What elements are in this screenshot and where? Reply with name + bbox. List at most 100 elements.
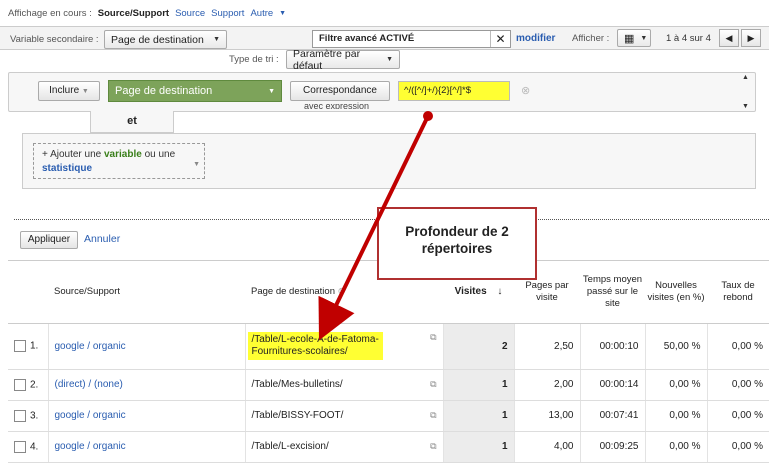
- row-time: 00:00:10: [579, 323, 645, 370]
- add-stat-link[interactable]: statistique: [42, 163, 92, 174]
- row-time: 00:09:25: [579, 431, 645, 463]
- chevron-down-icon: ▼: [640, 34, 648, 42]
- external-page-icon[interactable]: ⧉: [430, 332, 436, 343]
- external-page-icon[interactable]: ⧉: [430, 410, 436, 421]
- row-new: 0,00 %: [644, 400, 707, 432]
- external-page-icon[interactable]: ⧉: [430, 379, 436, 390]
- match-type-sublabel: avec expression: [304, 101, 370, 109]
- regex-input[interactable]: ^/([^/]+/){2}[^/]*$: [398, 81, 510, 101]
- chevron-down-icon: ▼: [193, 161, 200, 168]
- filter-status-text: Filtre avancé ACTIVÉ: [319, 33, 415, 44]
- row-page: ⧉ /Table/L-excision/: [244, 431, 443, 463]
- sort-type-dropdown[interactable]: Paramètre par défaut ▼: [286, 48, 400, 72]
- row-checkbox[interactable]: [14, 340, 26, 352]
- row-source: (direct) / (none): [47, 369, 245, 401]
- row-select: 3.: [8, 400, 48, 432]
- add-condition-button[interactable]: + Ajouter une variable ou une statistiqu…: [33, 143, 205, 179]
- header-checkbox: [8, 261, 48, 324]
- row-new: 50,00 %: [644, 323, 707, 370]
- annotation-line2: répertoires: [421, 241, 493, 256]
- chevron-down-icon: ▼: [81, 88, 89, 95]
- header-new[interactable]: Nouvelles visites (en %): [645, 261, 707, 324]
- and-tab: et: [90, 111, 174, 133]
- include-dropdown[interactable]: Inclure ▼: [38, 81, 100, 101]
- row-time: 00:00:14: [579, 369, 645, 401]
- include-label: Inclure: [49, 85, 80, 96]
- sort-arrow-icon: ↓: [497, 285, 503, 297]
- page-text: /Table/Mes-bulletins/: [251, 379, 343, 390]
- close-icon[interactable]: ✕: [490, 31, 510, 47]
- add-prefix: + Ajouter une: [42, 149, 102, 160]
- header-time[interactable]: Temps moyen passé sur le site: [580, 261, 645, 324]
- row-pages: 13,00: [513, 400, 580, 432]
- cancel-link[interactable]: Annuler: [84, 233, 120, 245]
- row-pages: 2,00: [513, 369, 580, 401]
- view-link-other[interactable]: Autre: [250, 8, 273, 19]
- annotation-callout: Profondeur de 2 répertoires: [377, 207, 537, 280]
- view-mode-dropdown[interactable]: ▦ ▼: [617, 29, 651, 47]
- filter-status-box[interactable]: Filtre avancé ACTIVÉ ✕: [312, 30, 511, 48]
- row-bounce: 0,00 %: [706, 323, 769, 370]
- header-bounce[interactable]: Taux de rebond: [707, 261, 769, 324]
- modify-filter-link[interactable]: modifier: [516, 33, 555, 44]
- next-page-button[interactable]: ▶: [741, 29, 761, 47]
- display-label: Afficher :: [572, 33, 610, 44]
- row-index: 1.: [30, 340, 39, 352]
- page-text-line2: Fournitures-scolaires/: [251, 346, 348, 357]
- chevron-down-icon: ▼: [213, 36, 220, 43]
- row-select: 1.: [8, 323, 48, 370]
- view-link-support[interactable]: Support: [211, 8, 244, 19]
- chevron-down-icon: ▼: [386, 56, 393, 63]
- table-row: 4. google / organic ⧉/Table/L-excision/ …: [8, 431, 769, 463]
- secondary-dimension-dropdown[interactable]: Page de destination ▼: [104, 30, 227, 49]
- row-source: google / organic: [47, 431, 245, 463]
- view-label: Affichage en cours :: [8, 8, 92, 19]
- scroll-down-icon[interactable]: ▼: [742, 103, 749, 110]
- secondary-dimension-value: Page de destination: [111, 33, 204, 46]
- row-new: 0,00 %: [644, 369, 707, 401]
- chevron-down-icon[interactable]: ▼: [279, 10, 286, 17]
- row-checkbox[interactable]: [14, 378, 26, 391]
- remove-icon[interactable]: ⊗: [338, 286, 346, 297]
- row-page: ⧉ /Table/BISSY-FOOT/: [244, 400, 443, 432]
- row-select: 4.: [8, 431, 48, 463]
- row-source: google / organic: [47, 400, 245, 432]
- add-variable-link[interactable]: variable: [104, 149, 142, 160]
- row-visits: 1: [442, 400, 514, 432]
- header-source[interactable]: Source/Support: [48, 261, 245, 324]
- source-link[interactable]: google / organic: [55, 410, 126, 421]
- table-row: 3. google / organic ⧉/Table/BISSY-FOOT/ …: [8, 400, 769, 432]
- source-link[interactable]: google / organic: [55, 441, 126, 452]
- row-bounce: 0,00 %: [706, 400, 769, 432]
- view-selector: Affichage en cours : Source/Support Sour…: [8, 8, 286, 19]
- prev-page-button[interactable]: ◀: [719, 29, 739, 47]
- row-index: 4.: [30, 441, 39, 453]
- row-visits: 1: [442, 431, 514, 463]
- scroll-up-icon[interactable]: ▲: [742, 74, 749, 81]
- row-source: google / organic: [47, 323, 245, 370]
- view-link-source[interactable]: Source: [175, 8, 205, 19]
- grid-icon: ▦: [624, 32, 635, 45]
- source-link[interactable]: (direct) / (none): [55, 379, 123, 390]
- panel-scrollbar[interactable]: ▲ ▼: [739, 74, 754, 110]
- row-checkbox[interactable]: [14, 409, 26, 422]
- match-type-label: Correspondance: [303, 85, 377, 96]
- row-pages: 2,50: [513, 323, 580, 370]
- external-page-icon[interactable]: ⧉: [430, 441, 436, 452]
- table-row: 1. google / organic ⧉ /Table/L-ecole-A-d…: [8, 323, 769, 370]
- remove-condition-icon[interactable]: ⊗: [521, 84, 530, 97]
- row-bounce: 0,00 %: [706, 431, 769, 463]
- table-row: 2. (direct) / (none) ⧉ /Table/Mes-bulleti…: [8, 369, 769, 401]
- filter-dimension-value: Page de destination: [115, 85, 213, 97]
- row-new: 0,00 %: [644, 431, 707, 463]
- add-or: ou une: [144, 149, 176, 160]
- row-time: 00:07:41: [579, 400, 645, 432]
- page-text: /Table/BISSY-FOOT/: [251, 410, 344, 421]
- header-visits-label: Visites: [454, 285, 487, 297]
- source-link[interactable]: google / organic: [55, 341, 126, 352]
- match-type-button[interactable]: Correspondance: [290, 81, 390, 101]
- row-index: 3.: [30, 410, 39, 422]
- row-bounce: 0,00 %: [706, 369, 769, 401]
- filter-dimension-dropdown[interactable]: Page de destination ▼: [108, 80, 282, 102]
- apply-button[interactable]: Appliquer: [20, 231, 78, 249]
